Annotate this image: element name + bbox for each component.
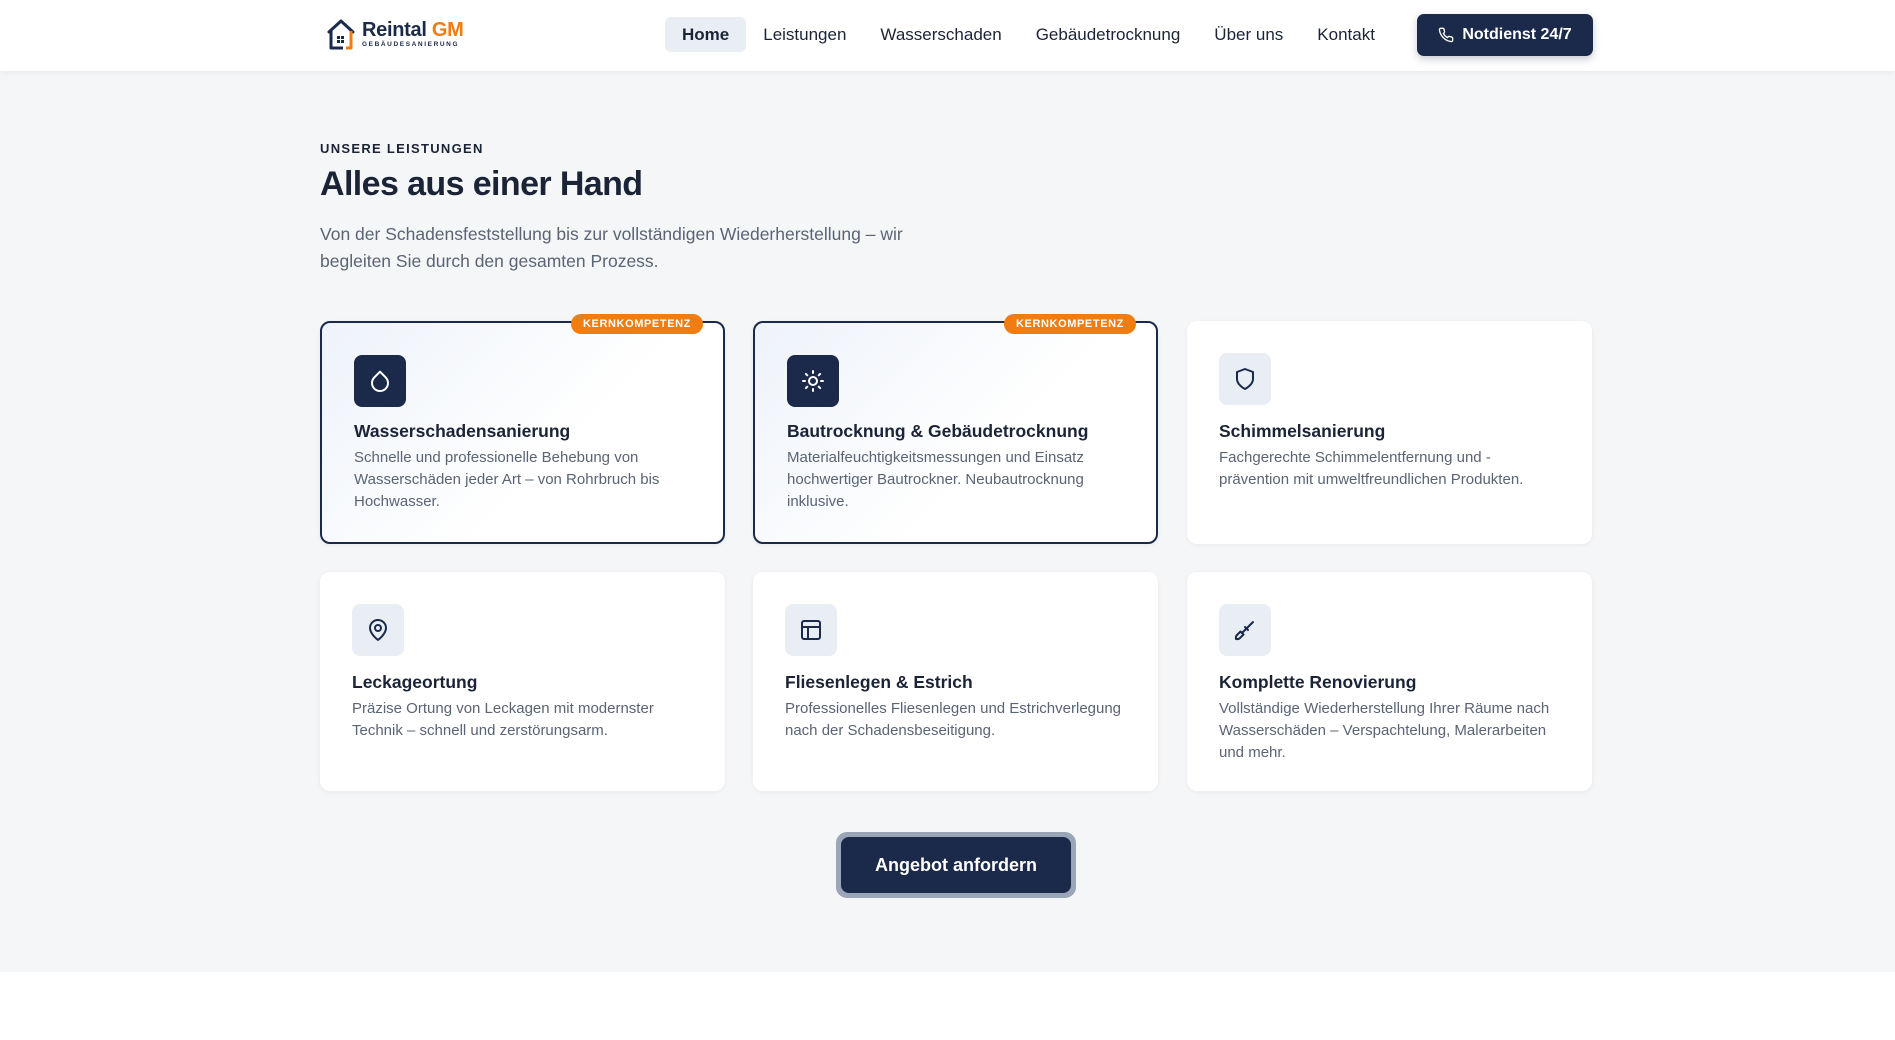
service-card-leckageortung[interactable]: Leckageortung Präzise Ortung von Leckage… [320, 572, 725, 791]
service-card-description: Präzise Ortung von Leckagen mit modernst… [352, 700, 654, 739]
service-icon-box [787, 355, 839, 407]
shield-icon [1236, 368, 1254, 390]
section-eyebrow: UNSERE LEISTUNGEN [320, 141, 484, 156]
service-card-schimmelsanierung[interactable]: Schimmelsanierung Fachgerechte Schimmele… [1187, 321, 1592, 544]
droplet-icon [371, 370, 389, 393]
section-lead: Von der Schadensfeststellung bis zur vol… [320, 224, 903, 271]
service-card-description: Schnelle und professionelle Behebung von… [354, 449, 660, 510]
logo-subtitle: GEBÄUDESANIERUNG [362, 40, 460, 48]
nav-ueber-uns[interactable]: Über uns [1197, 17, 1300, 52]
emergency-call-label: Notdienst 24/7 [1462, 26, 1572, 43]
service-icon-box [352, 604, 404, 656]
service-icon-box [785, 604, 837, 656]
sun-icon [802, 370, 824, 392]
house-logo-icon [327, 19, 355, 50]
service-card-description: Materialfeuchtigkeitsmessungen und Einsa… [787, 449, 1084, 510]
service-card-description: Vollständige Wiederherstellung Ihrer Räu… [1219, 700, 1550, 761]
service-card-title: Komplette Renovierung [1219, 672, 1417, 692]
request-quote-button[interactable]: Angebot anfordern [841, 837, 1071, 893]
logo-name: Reintal GM [362, 18, 464, 41]
main-nav: Home Leistungen Wasserschaden Gebäudetro… [665, 17, 1392, 52]
service-icon-box [354, 355, 406, 407]
brush-icon [1234, 621, 1254, 641]
service-card-title: Leckageortung [352, 672, 478, 692]
service-icon-box [1219, 353, 1271, 405]
site-header: Reintal GM GEBÄUDESANIERUNG Home Leistun… [0, 0, 1895, 71]
kernkompetenz-badge: KERNKOMPETENZ [1003, 314, 1136, 334]
map-pin-icon [369, 619, 387, 641]
nav-kontakt[interactable]: Kontakt [1300, 17, 1392, 52]
cta-focus-ring: Angebot anfordern [836, 832, 1076, 898]
section-title: Alles aus einer Hand [320, 165, 643, 203]
emergency-call-button[interactable]: Notdienst 24/7 [1417, 14, 1593, 56]
service-card-title: Fliesenlegen & Estrich [785, 672, 973, 692]
kernkompetenz-badge: KERNKOMPETENZ [570, 314, 703, 334]
service-card-title: Wasserschadensanierung [354, 421, 571, 441]
nav-home[interactable]: Home [665, 17, 747, 52]
service-card-bautrocknung[interactable]: KERNKOMPETENZ Bautrocknung & Gebäudetroc… [753, 314, 1158, 544]
service-card-title: Bautrocknung & Gebäudetrocknung [787, 421, 1089, 441]
service-card-komplette-renovierung[interactable]: Komplette Renovierung Vollständige Wiede… [1187, 572, 1592, 791]
nav-gebaeudetrocknung[interactable]: Gebäudetrocknung [1019, 17, 1198, 52]
nav-leistungen[interactable]: Leistungen [746, 17, 863, 52]
service-card-fliesenlegen-estrich[interactable]: Fliesenlegen & Estrich Professionelles F… [753, 572, 1158, 791]
service-icon-box [1219, 604, 1271, 656]
service-card-title: Schimmelsanierung [1219, 421, 1386, 441]
layout-icon [801, 620, 821, 640]
service-card-wasserschadensanierung[interactable]: KERNKOMPETENZ Wasserschadensanierung Sch… [320, 314, 725, 544]
logo-name-main: Reintal [362, 18, 427, 41]
logo-name-accent: GM [431, 18, 464, 41]
phone-icon [1439, 27, 1454, 43]
services-section: UNSERE LEISTUNGEN Alles aus einer Hand V… [0, 71, 1895, 972]
service-card-description: Professionelles Fliesenlegen und Estrich… [785, 700, 1122, 739]
nav-wasserschaden[interactable]: Wasserschaden [863, 17, 1018, 52]
service-card-description: Fachgerechte Schimmelentfernung und -prä… [1219, 449, 1524, 488]
logo[interactable]: Reintal GM GEBÄUDESANIERUNG [326, 15, 464, 53]
